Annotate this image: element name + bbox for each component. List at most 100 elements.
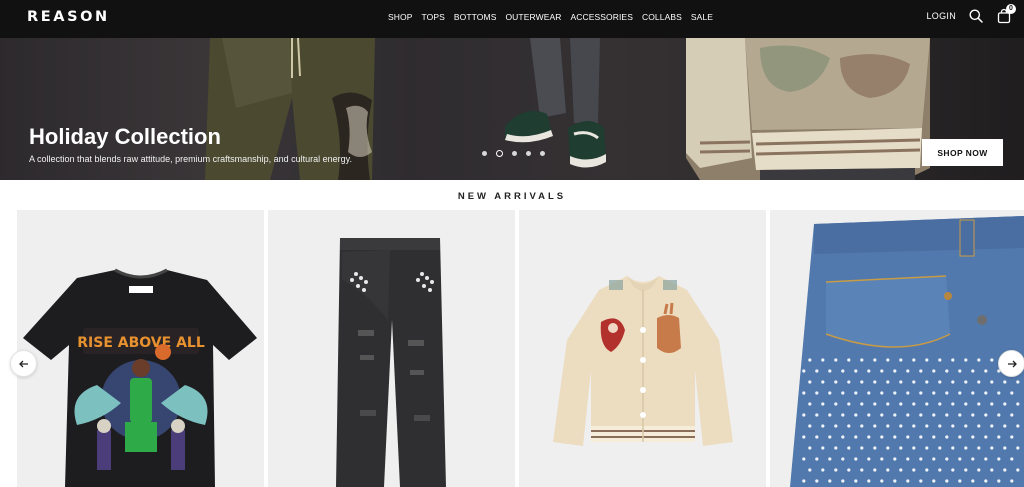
nav-sale[interactable]: SALE — [691, 12, 713, 22]
denim-stud — [964, 380, 968, 384]
denim-stud — [854, 479, 858, 483]
denim-stud — [834, 358, 838, 362]
denim-stud — [808, 380, 812, 384]
denim-stud — [958, 435, 962, 439]
denim-stud — [990, 424, 994, 428]
denim-stud — [886, 380, 890, 384]
denim-stud — [847, 358, 851, 362]
denim-stud — [990, 468, 994, 472]
nav-collabs[interactable]: COLLABS — [642, 12, 682, 22]
denim-stud — [828, 391, 832, 395]
denim-stud — [1016, 424, 1020, 428]
nav-tops[interactable]: TOPS — [422, 12, 445, 22]
denim-stud — [964, 358, 968, 362]
denim-stud — [919, 369, 923, 373]
site-logo[interactable]: REASON — [27, 9, 110, 25]
denim-stud — [958, 479, 962, 483]
denim-stud — [828, 369, 832, 373]
denim-stud — [906, 479, 910, 483]
denim-stud — [919, 413, 923, 417]
denim-stud — [906, 435, 910, 439]
denim-stud — [815, 391, 819, 395]
product-image-tshirt: RISE ABOVE ALL — [23, 268, 257, 487]
section-title-new-arrivals: NEW ARRIVALS — [457, 191, 567, 202]
denim-stud — [964, 402, 968, 406]
denim-stud — [1016, 446, 1020, 450]
carousel-prev-button[interactable] — [10, 350, 37, 377]
denim-stud — [925, 468, 929, 472]
denim-stud — [847, 424, 851, 428]
arrow-left-icon — [18, 360, 28, 367]
denim-stud — [997, 413, 1001, 417]
shop-now-button[interactable]: SHOP NOW — [922, 139, 1003, 166]
slide-dot[interactable] — [540, 151, 545, 156]
denim-stud — [899, 468, 903, 472]
denim-stud — [951, 380, 955, 384]
denim-stud — [977, 402, 981, 406]
denim-stud — [919, 457, 923, 461]
denim-stud — [912, 402, 916, 406]
nav-bottoms[interactable]: BOTTOMS — [454, 12, 497, 22]
login-link[interactable]: LOGIN — [926, 11, 956, 21]
denim-stud — [971, 369, 975, 373]
product-card-studded-denim[interactable] — [770, 210, 1024, 487]
denim-stud — [938, 402, 942, 406]
denim-stud — [821, 468, 825, 472]
site-header: REASON SHOP TOPS BOTTOMS OUTERWEAR ACCES… — [0, 0, 1024, 38]
denim-stud — [932, 369, 936, 373]
denim-stud — [945, 369, 949, 373]
denim-stud — [977, 358, 981, 362]
denim-stud — [886, 358, 890, 362]
slide-dot[interactable] — [526, 151, 531, 156]
denim-stud — [938, 446, 942, 450]
denim-stud — [906, 413, 910, 417]
slide-dot[interactable] — [482, 151, 487, 156]
denim-stud — [880, 369, 884, 373]
denim-stud — [971, 391, 975, 395]
cart-icon[interactable]: 0 — [996, 4, 1016, 24]
denim-stud — [847, 402, 851, 406]
denim-stud — [880, 479, 884, 483]
denim-stud — [938, 424, 942, 428]
denim-stud — [958, 369, 962, 373]
denim-stud — [951, 446, 955, 450]
denim-stud — [867, 413, 871, 417]
denim-stud — [834, 446, 838, 450]
search-icon[interactable] — [968, 8, 984, 24]
denim-stud — [958, 457, 962, 461]
denim-stud — [860, 358, 864, 362]
main-nav: SHOP TOPS BOTTOMS OUTERWEAR ACCESSORIES … — [388, 12, 713, 22]
slide-dot-active[interactable] — [496, 150, 503, 157]
denim-stud — [808, 358, 812, 362]
product-card-jacket[interactable] — [519, 210, 766, 487]
slide-dot[interactable] — [512, 151, 517, 156]
denim-stud — [899, 380, 903, 384]
nav-accessories[interactable]: ACCESSORIES — [570, 12, 633, 22]
product-card-tshirt[interactable]: RISE ABOVE ALL — [17, 210, 264, 487]
denim-stud — [893, 457, 897, 461]
denim-stud — [821, 424, 825, 428]
denim-stud — [919, 435, 923, 439]
nav-shop[interactable]: SHOP — [388, 12, 413, 22]
denim-stud — [906, 457, 910, 461]
product-card-jeans[interactable] — [268, 210, 515, 487]
denim-stud — [834, 468, 838, 472]
carousel-next-button[interactable] — [998, 350, 1024, 377]
denim-stud — [971, 457, 975, 461]
denim-stud — [984, 457, 988, 461]
denim-stud — [964, 446, 968, 450]
denim-stud — [1010, 435, 1014, 439]
denim-stud — [886, 402, 890, 406]
denim-stud — [925, 380, 929, 384]
nav-outerwear[interactable]: OUTERWEAR — [505, 12, 561, 22]
denim-stud — [919, 479, 923, 483]
denim-stud — [932, 435, 936, 439]
denim-stud — [971, 413, 975, 417]
denim-stud — [841, 435, 845, 439]
denim-stud — [951, 402, 955, 406]
denim-stud — [808, 468, 812, 472]
denim-stud — [854, 369, 858, 373]
denim-stud — [815, 369, 819, 373]
denim-stud — [984, 391, 988, 395]
denim-stud — [938, 380, 942, 384]
